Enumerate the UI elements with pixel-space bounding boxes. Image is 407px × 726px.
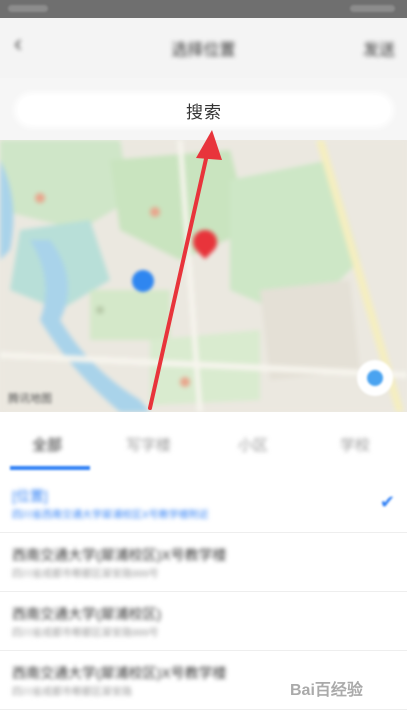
place-address: 四川省成都市郫都区犀安路 xyxy=(12,687,132,698)
tab-all[interactable]: 全部 xyxy=(32,434,62,455)
status-icons xyxy=(350,5,395,12)
place-name: 西南交通大学(犀浦校区) xyxy=(12,606,162,622)
search-input[interactable]: 搜索 xyxy=(18,96,390,124)
list-item[interactable]: [位置] 四川省西南交通大学犀浦校区X号教学楼附近 ✔ xyxy=(0,474,407,533)
status-carrier xyxy=(8,5,48,12)
list-item[interactable]: 西南交通大学(犀浦校区)X号教学楼 四川省成都市郫都区犀安路999号 xyxy=(0,533,407,592)
status-bar xyxy=(0,0,407,18)
place-address: 四川省成都市郫都区犀安路999号 xyxy=(12,628,159,639)
tab-residential[interactable]: 小区 xyxy=(238,434,268,455)
category-tabs: 全部 写字楼 小区 学校 xyxy=(0,412,407,472)
locate-icon xyxy=(367,370,383,386)
tab-school[interactable]: 学校 xyxy=(340,434,370,455)
search-area: 搜索 xyxy=(0,78,407,140)
place-name: 西南交通大学(犀浦校区)X号教学楼 xyxy=(12,547,227,563)
watermark: Bai百经验 xyxy=(290,682,363,699)
checkmark-icon: ✔ xyxy=(379,492,395,512)
list-item[interactable]: 西南交通大学(犀浦校区) 四川省成都市郫都区犀安路999号 xyxy=(0,592,407,651)
place-address: 四川省西南交通大学犀浦校区X号教学楼附近 xyxy=(12,510,209,521)
current-location-dot xyxy=(132,270,154,292)
map-view[interactable]: 腾讯地图 xyxy=(0,140,407,412)
tab-office[interactable]: 写字楼 xyxy=(126,434,171,455)
page-title: 选择位置 xyxy=(171,42,236,59)
map-provider-logo: 腾讯地图 xyxy=(8,393,52,405)
active-tab-indicator xyxy=(10,466,90,470)
locate-button[interactable] xyxy=(357,360,393,396)
place-list: [位置] 四川省西南交通大学犀浦校区X号教学楼附近 ✔ 西南交通大学(犀浦校区)… xyxy=(0,474,407,710)
send-button[interactable]: 发送 xyxy=(363,36,395,60)
header-bar: ‹ 选择位置 发送 xyxy=(0,18,407,78)
place-name: [位置] xyxy=(12,488,48,504)
search-label: 搜索 xyxy=(186,102,222,122)
place-name: 西南交通大学(犀浦校区)X号教学楼 xyxy=(12,665,227,681)
map-canvas xyxy=(0,140,407,412)
place-address: 四川省成都市郫都区犀安路999号 xyxy=(12,569,159,580)
